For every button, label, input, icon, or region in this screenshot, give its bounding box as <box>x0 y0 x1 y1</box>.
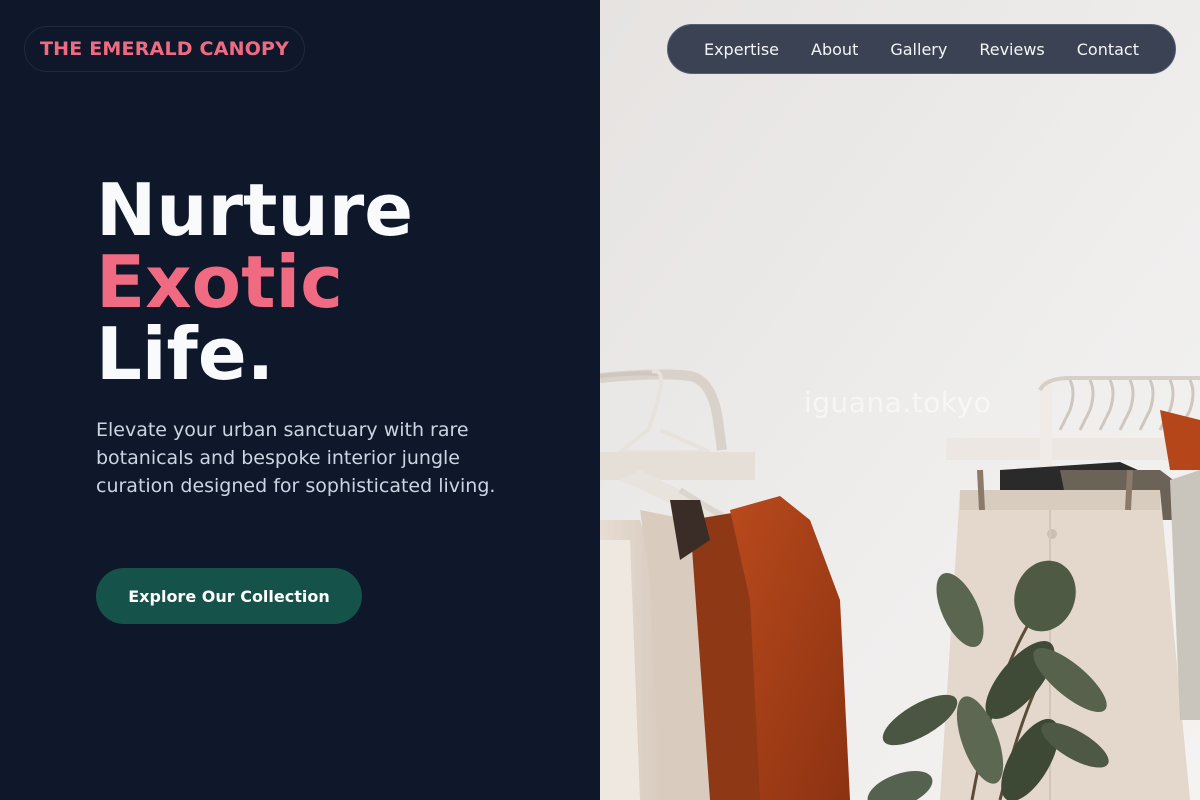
photo-watermark: iguana.tokyo <box>804 386 992 419</box>
nav-item-gallery[interactable]: Gallery <box>874 40 963 59</box>
nav-item-contact[interactable]: Contact <box>1061 40 1155 59</box>
explore-collection-button[interactable]: Explore Our Collection <box>96 568 362 624</box>
nav-item-expertise[interactable]: Expertise <box>688 40 795 59</box>
hero-heading-line-3: Life. <box>96 312 275 396</box>
hero-description: Elevate your urban sanctuary with rare b… <box>96 419 496 497</box>
nav-item-about[interactable]: About <box>795 40 874 59</box>
hero-panel: THE EMERALD CANOPY Nurture Exotic Life. … <box>0 0 600 800</box>
hero-heading: Nurture Exotic Life. <box>96 174 413 390</box>
hero-heading-line-1: Nurture <box>96 168 414 252</box>
nav-item-reviews[interactable]: Reviews <box>963 40 1060 59</box>
main-nav: Expertise About Gallery Reviews Contact <box>666 24 1176 74</box>
brand-logo[interactable]: THE EMERALD CANOPY <box>24 26 306 72</box>
hero-heading-line-2: Exotic <box>96 240 343 324</box>
